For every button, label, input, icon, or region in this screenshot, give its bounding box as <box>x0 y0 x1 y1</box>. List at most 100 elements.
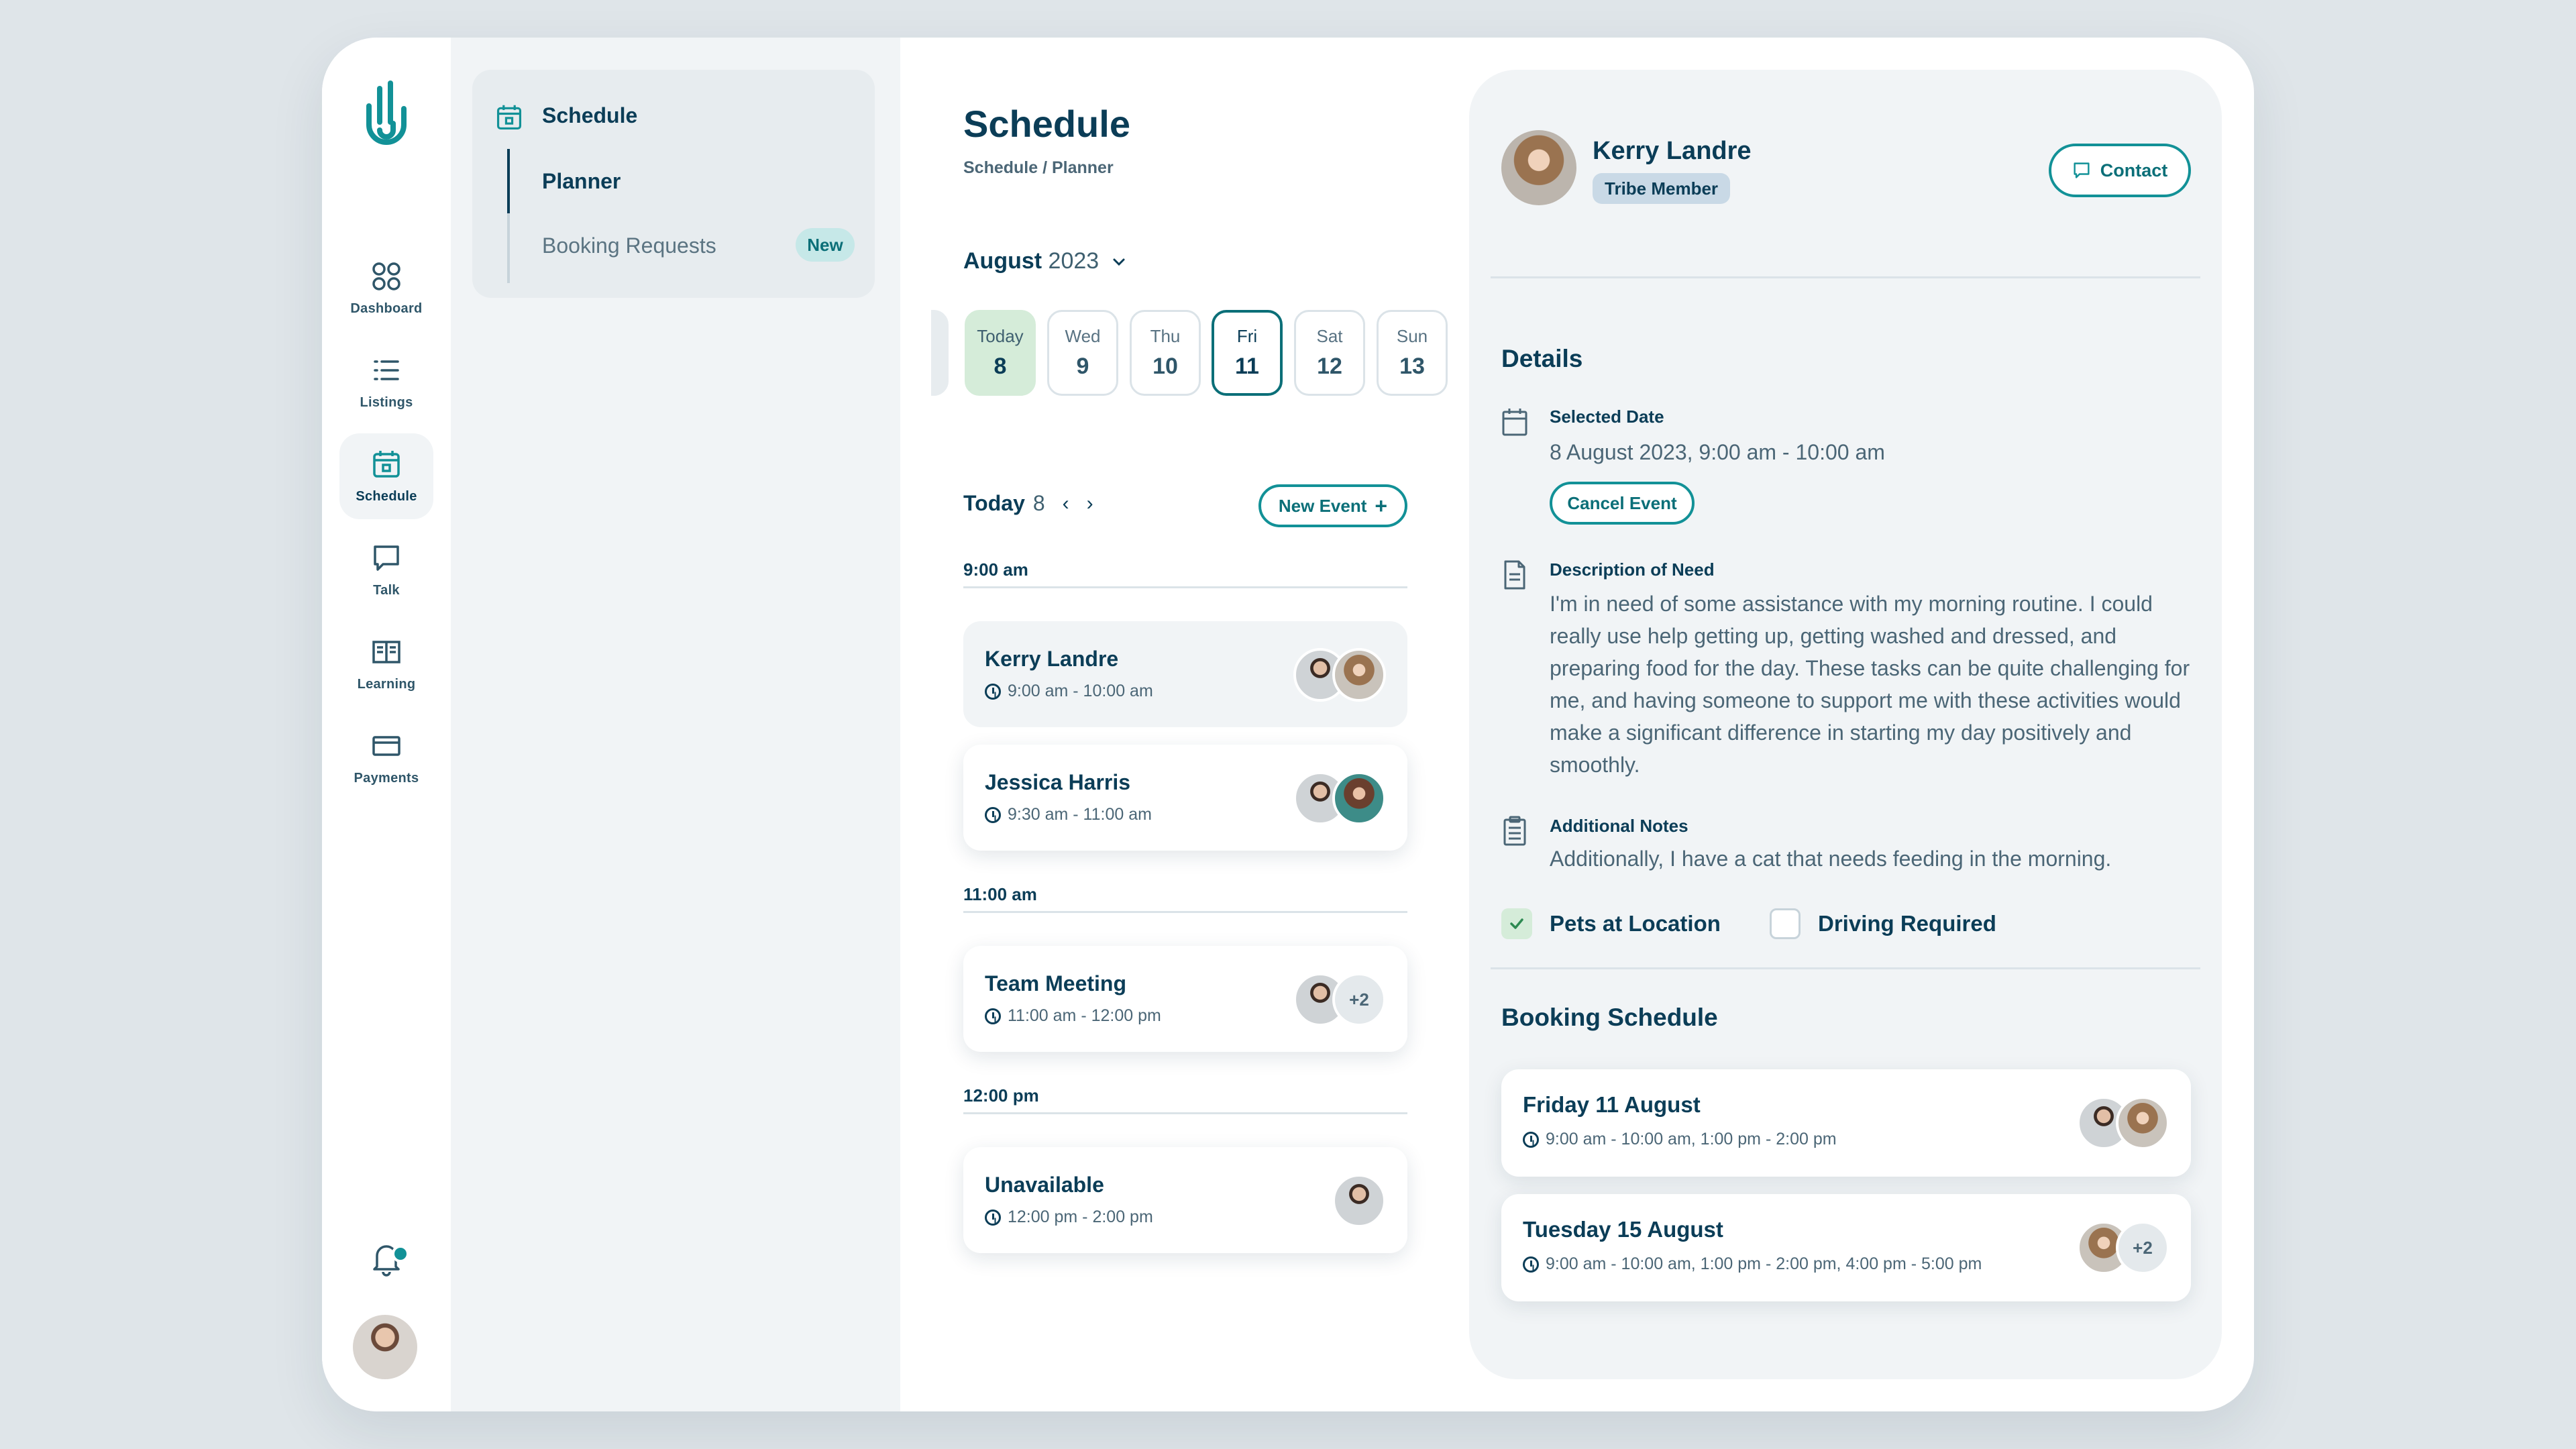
clock-icon <box>985 683 1001 700</box>
event-name: Jessica Harris <box>985 770 1131 794</box>
time-slot-divider <box>963 1112 1407 1114</box>
check-icon <box>1510 918 1523 929</box>
booking-day: Tuesday 15 August <box>1523 1217 1723 1242</box>
nav-schedule[interactable]: Schedule <box>339 433 433 519</box>
chevron-left-icon[interactable]: ‹ <box>1063 492 1069 515</box>
schedule-subnav-panel: Schedule Planner Booking Requests New <box>451 38 900 1411</box>
date-strip[interactable]: Today 8 Wed 9 Thu 10 Fri 11 Sat 12 Sun 1… <box>931 295 1454 409</box>
book-icon <box>372 640 400 663</box>
notes-label: Additional Notes <box>1550 816 1688 836</box>
booking-card[interactable]: Tuesday 15 August 9:00 am - 10:00 am, 1:… <box>1501 1194 2191 1301</box>
date-chip-thu[interactable]: Thu 10 <box>1130 310 1201 396</box>
subnav-active-indicator <box>507 149 510 213</box>
description-label: Description of Need <box>1550 559 1715 580</box>
nav-listings[interactable]: Listings <box>339 339 433 425</box>
time-slot-divider <box>963 911 1407 913</box>
subnav-item-booking-requests[interactable]: Booking Requests <box>542 233 716 258</box>
time-slot-label: 9:00 am <box>963 559 1028 580</box>
pets-checkbox[interactable] <box>1501 908 1532 939</box>
booking-card[interactable]: Friday 11 August 9:00 am - 10:00 am, 1:0… <box>1501 1069 2191 1177</box>
event-time: 9:00 am - 10:00 am <box>985 682 1153 701</box>
subnav-item-planner[interactable]: Planner <box>542 169 621 194</box>
date-day-name: Sun <box>1396 326 1428 346</box>
attendee-avatars <box>1293 771 1386 825</box>
clipboard-icon <box>1503 816 1526 846</box>
nav-learning-label: Learning <box>357 676 416 692</box>
day-header: Today 8 ‹ › <box>963 491 1093 516</box>
client-avatar <box>1501 130 1576 205</box>
event-time-text: 9:00 am - 10:00 am <box>1008 682 1153 700</box>
event-card[interactable]: Team Meeting 11:00 am - 12:00 pm +2 <box>963 946 1407 1052</box>
nav-payments[interactable]: Payments <box>339 715 433 801</box>
avatar <box>1332 648 1386 702</box>
subnav-card: Schedule Planner Booking Requests New <box>472 70 875 298</box>
avatar <box>2116 1096 2169 1150</box>
contact-label: Contact <box>2100 160 2168 180</box>
icon-rail: Dashboard Listings Schedule Talk Learnin… <box>322 38 451 1411</box>
divider <box>1491 276 2200 278</box>
driving-checkbox[interactable] <box>1770 908 1801 939</box>
description-text: I'm in need of some assistance with my m… <box>1550 592 2190 777</box>
time-slot-label: 12:00 pm <box>963 1085 1039 1106</box>
date-day-name: Sat <box>1316 326 1343 346</box>
chevron-right-icon[interactable]: › <box>1087 492 1093 515</box>
nav-listings-label: Listings <box>360 394 413 410</box>
list-icon <box>374 360 399 380</box>
date-chip-wed[interactable]: Wed 9 <box>1047 310 1118 396</box>
date-day-name: Thu <box>1150 326 1181 346</box>
details-title: Details <box>1501 345 1583 372</box>
pets-label: Pets at Location <box>1550 911 1721 936</box>
chat-icon <box>374 545 399 571</box>
planner-column: Schedule Schedule / Planner August 2023 … <box>900 38 1476 1411</box>
event-card[interactable]: Jessica Harris 9:30 am - 11:00 am <box>963 745 1407 851</box>
date-chip-sun[interactable]: Sun 13 <box>1377 310 1448 396</box>
booking-times-text: 9:00 am - 10:00 am, 1:00 pm - 2:00 pm, 4… <box>1546 1254 1982 1273</box>
clock-icon <box>985 1209 1001 1226</box>
nav-payments-label: Payments <box>354 770 419 786</box>
cancel-event-button[interactable]: Cancel Event <box>1550 482 1695 525</box>
clock-icon <box>985 1008 1001 1024</box>
clock-icon <box>1523 1131 1539 1148</box>
breadcrumb[interactable]: Schedule / Planner <box>963 158 1114 178</box>
chevron-down-icon <box>1113 258 1125 266</box>
date-day-num: 8 <box>994 354 1007 379</box>
calendar-icon <box>1502 409 1527 436</box>
nav-talk-label: Talk <box>373 582 400 598</box>
date-day-num: 10 <box>1152 354 1178 379</box>
nav-talk[interactable]: Talk <box>339 527 433 613</box>
event-time-text: 9:30 am - 11:00 am <box>1008 805 1152 824</box>
nav-dashboard[interactable]: Dashboard <box>339 246 433 331</box>
date-chip-sat[interactable]: Sat 12 <box>1294 310 1365 396</box>
contact-button[interactable]: Contact <box>2049 144 2191 197</box>
event-time: 9:30 am - 11:00 am <box>985 805 1152 824</box>
event-card[interactable]: Kerry Landre 9:00 am - 10:00 am <box>963 621 1407 727</box>
attendee-avatars <box>2077 1096 2169 1150</box>
date-chip-today[interactable]: Today 8 <box>965 310 1036 396</box>
user-avatar[interactable] <box>353 1315 417 1379</box>
day-label: Today <box>963 491 1025 515</box>
date-chip-prev[interactable] <box>931 310 949 396</box>
date-day-name: Wed <box>1065 326 1101 346</box>
nav-learning[interactable]: Learning <box>339 621 433 707</box>
calendar-icon <box>373 450 400 478</box>
role-badge: Tribe Member <box>1593 173 1731 204</box>
month-selector[interactable]: August 2023 <box>963 248 1127 274</box>
notes-text: Additionally, I have a cat that needs fe… <box>1550 847 2112 871</box>
event-time: 12:00 pm - 2:00 pm <box>985 1208 1153 1227</box>
nav-dashboard-label: Dashboard <box>350 301 423 316</box>
event-name: Kerry Landre <box>985 647 1119 671</box>
hand-logo-icon[interactable] <box>360 79 413 153</box>
nav-schedule-label: Schedule <box>356 488 417 504</box>
dashboard-icon <box>372 262 400 290</box>
new-event-button[interactable]: New Event + <box>1258 484 1407 527</box>
divider <box>1491 967 2200 969</box>
new-event-label: New Event <box>1278 495 1367 516</box>
event-card[interactable]: Unavailable 12:00 pm - 2:00 pm <box>963 1147 1407 1253</box>
calendar-icon <box>496 105 522 130</box>
subnav-title[interactable]: Schedule <box>542 103 637 128</box>
booking-times: 9:00 am - 10:00 am, 1:00 pm - 2:00 pm <box>1523 1130 1837 1149</box>
date-chip-fri[interactable]: Fri 11 <box>1212 310 1283 396</box>
booking-times-text: 9:00 am - 10:00 am, 1:00 pm - 2:00 pm <box>1546 1130 1837 1148</box>
plus-icon: + <box>1375 494 1388 518</box>
event-time: 11:00 am - 12:00 pm <box>985 1006 1161 1026</box>
